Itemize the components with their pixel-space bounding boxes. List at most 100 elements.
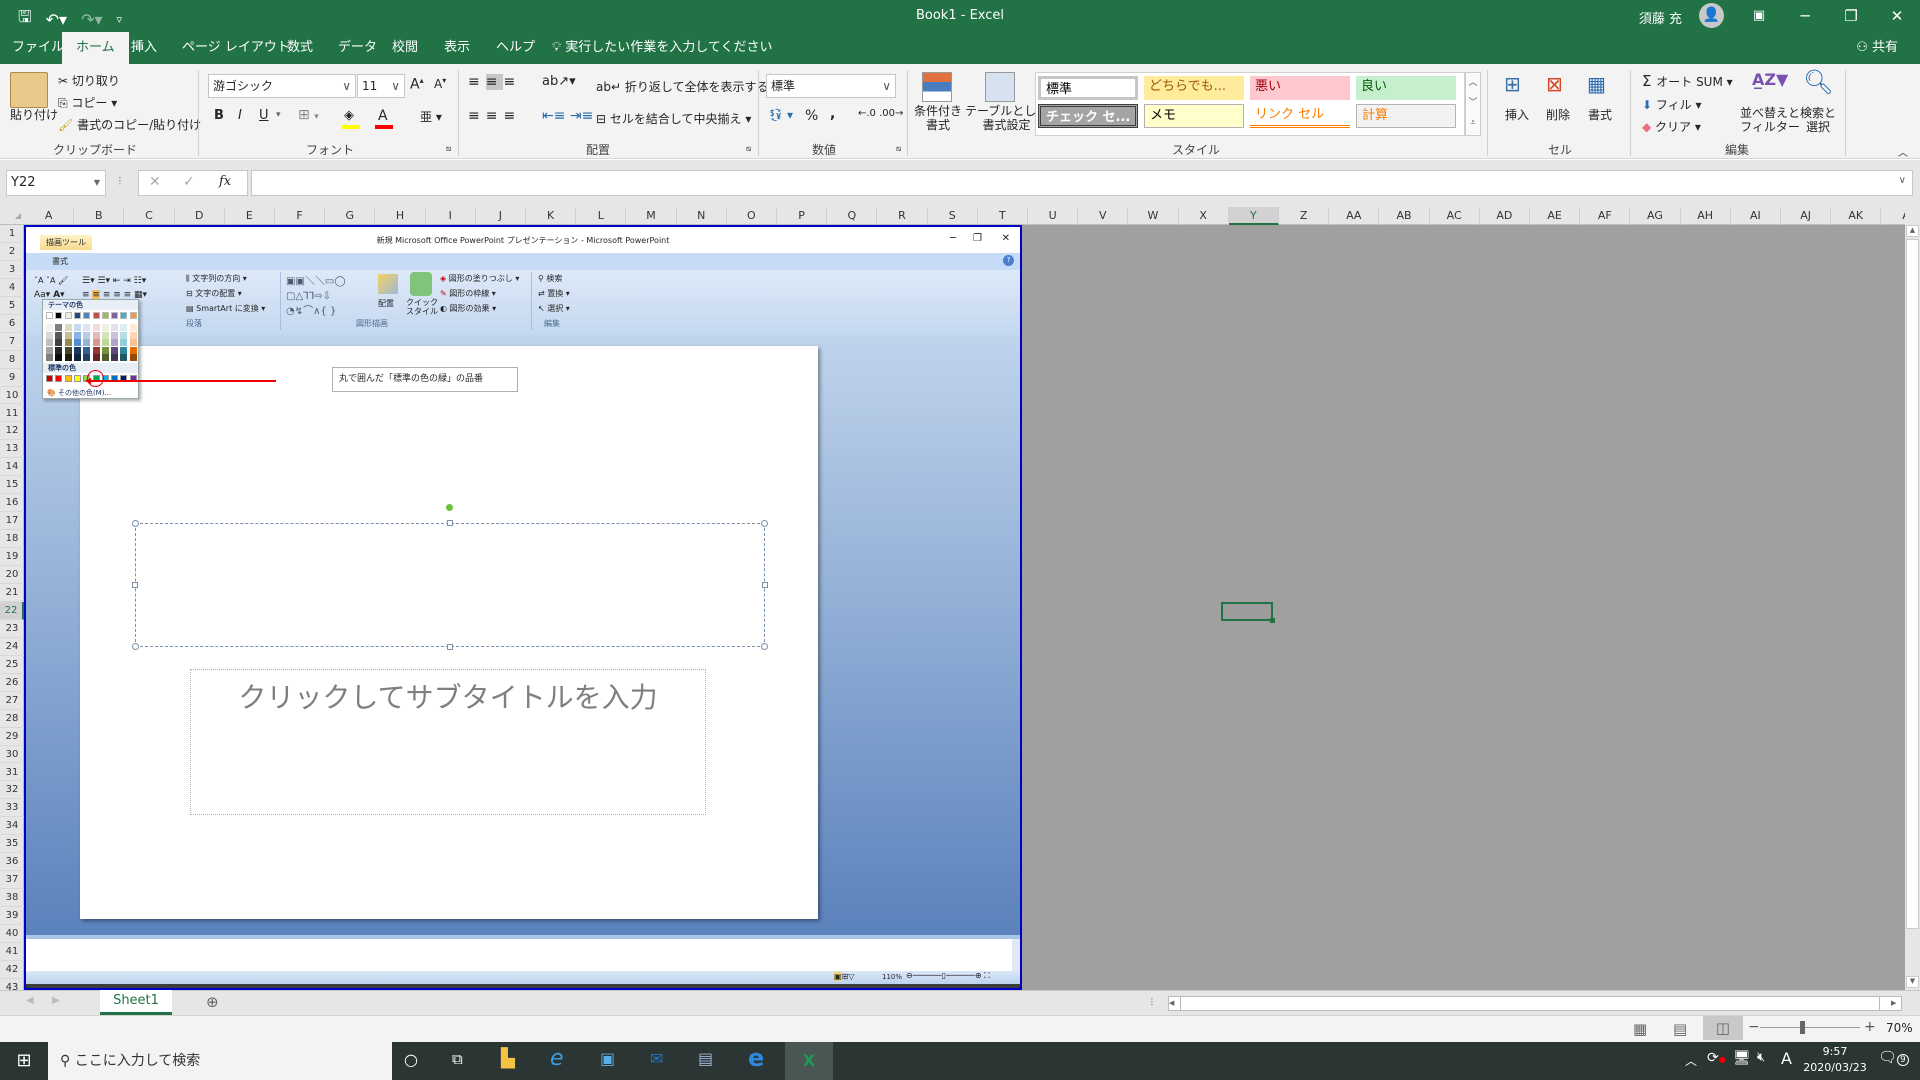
column-header-AH[interactable]: AH [1681, 207, 1731, 225]
column-header-AK[interactable]: AK [1831, 207, 1882, 225]
insert-cells-button[interactable]: 挿入 [1505, 106, 1529, 123]
zoom-out-button[interactable]: − [1748, 1019, 1760, 1035]
theme-color-swatch[interactable] [120, 312, 128, 319]
theme-shade-swatch[interactable] [83, 354, 91, 361]
excel-taskbar-icon[interactable]: X [785, 1042, 833, 1080]
theme-color-swatch[interactable] [73, 312, 81, 319]
row-header-33[interactable]: 33 [0, 799, 24, 818]
ppt-arrange-icon[interactable] [378, 274, 398, 294]
theme-shade-swatch[interactable] [83, 331, 91, 339]
column-header-P[interactable]: P [777, 207, 828, 225]
page-break-view-icon[interactable]: ◫ [1703, 1016, 1743, 1040]
column-header-B[interactable]: B [74, 207, 125, 225]
cell-style-8[interactable]: 計算 [1356, 104, 1456, 128]
ppt-select[interactable]: ↖ 選択 ▾ [538, 303, 570, 314]
format-as-table-icon[interactable] [985, 72, 1015, 102]
font-name-combo[interactable]: 游ゴシック ∨ [208, 74, 356, 98]
column-header-AG[interactable]: AG [1630, 207, 1681, 225]
theme-shade-swatch[interactable] [101, 346, 109, 354]
volume-muted-icon[interactable]: 🔇︎ [1757, 1050, 1765, 1065]
column-header-AC[interactable]: AC [1430, 207, 1480, 225]
vertical-scrollbar[interactable]: ▲ ▼ [1905, 207, 1920, 990]
fill-handle[interactable] [1270, 618, 1275, 623]
name-box[interactable]: Y22 ▼ [6, 170, 106, 196]
resize-handle[interactable] [447, 520, 453, 526]
increase-font-size-button[interactable]: A▴ [410, 76, 424, 93]
row-header-35[interactable]: 35 [0, 835, 24, 854]
delete-cells-button[interactable]: 削除 [1546, 106, 1570, 123]
conditional-formatting-button[interactable]: 条件付き 書式 [914, 104, 962, 132]
column-header-AF[interactable]: AF [1580, 207, 1631, 225]
cancel-icon[interactable]: ✕ [149, 174, 161, 190]
ppt-notes-pane[interactable] [26, 939, 1020, 971]
theme-shade-swatch[interactable] [120, 354, 128, 361]
delete-cells-icon[interactable]: ⊠ [1546, 72, 1574, 102]
minimize-button[interactable]: ─ [1782, 0, 1828, 32]
avatar-icon[interactable]: 👤 [1699, 3, 1724, 28]
indent-icons[interactable]: ⇤≡ ⇥≡ [542, 108, 593, 124]
row-header-24[interactable]: 24 [0, 638, 24, 656]
underline-dropdown-icon[interactable]: ▾ [276, 110, 281, 120]
scroll-right-icon[interactable]: ▶ [1891, 997, 1901, 1010]
row-header-22[interactable]: 22 [0, 601, 24, 620]
fill-color-button[interactable]: ◈ [342, 108, 362, 129]
theme-shade-swatch[interactable] [73, 331, 81, 339]
row-header-15[interactable]: 15 [0, 476, 24, 495]
user-name[interactable]: 須藤 充 [1639, 8, 1682, 27]
paste-icon[interactable] [10, 72, 48, 108]
standard-color-swatch[interactable] [46, 375, 53, 382]
theme-shade-swatch[interactable] [111, 354, 119, 361]
sheet-prev-icon[interactable]: ◀ [26, 995, 34, 1006]
cortana-icon[interactable]: ○ [404, 1050, 418, 1069]
edge-icon[interactable]: e [748, 1044, 764, 1072]
internet-explorer-icon[interactable]: e [550, 1046, 564, 1071]
theme-shade-swatch[interactable] [73, 324, 81, 331]
add-sheet-button[interactable]: ⊕ [206, 993, 219, 1011]
clock[interactable]: 9:57 2020/03/23 [1800, 1044, 1870, 1076]
vertical-scroll-thumb[interactable] [1906, 239, 1919, 929]
row-header-5[interactable]: 5 [0, 297, 24, 315]
cell-style-7[interactable]: リンク セル [1250, 104, 1350, 128]
row-header-20[interactable]: 20 [0, 566, 24, 584]
cell-style-3[interactable]: 悪い [1250, 76, 1350, 100]
sort-filter-icon[interactable]: A̲Z▼ [1752, 70, 1788, 89]
column-header-AA[interactable]: AA [1329, 207, 1380, 225]
theme-shade-swatch[interactable] [120, 346, 128, 354]
row-header-14[interactable]: 14 [0, 458, 24, 477]
column-header-L[interactable]: L [576, 207, 627, 225]
paste-button[interactable]: 貼り付け [10, 106, 58, 123]
resize-handle[interactable] [447, 644, 453, 650]
formula-input[interactable]: ∨ [251, 170, 1913, 196]
select-all-corner[interactable]: ◢ [0, 207, 24, 225]
theme-shade-swatch[interactable] [129, 354, 137, 361]
tab-help[interactable]: ヘルプ [484, 32, 547, 64]
ppt-arrange-button[interactable]: 配置 [378, 298, 394, 309]
row-header-39[interactable]: 39 [0, 907, 24, 926]
column-header-AJ[interactable]: AJ [1781, 207, 1832, 225]
standard-color-swatch[interactable] [55, 375, 63, 382]
row-header-41[interactable]: 41 [0, 943, 24, 961]
column-header-D[interactable]: D [175, 207, 225, 225]
theme-shade-swatch[interactable] [55, 331, 63, 339]
embedded-powerpoint-object[interactable]: 描画ツール 新規 Microsoft Office PowerPoint プレゼ… [24, 225, 1022, 990]
ppt-shapes-gallery[interactable]: ▣▣＼＼▭◯ ▢△⅂⅂⇨⇩ ◔↯⌒∧{ } [286, 274, 346, 319]
column-header-C[interactable]: C [124, 207, 175, 225]
font-color-button[interactable]: A [375, 108, 395, 130]
show-hidden-icons[interactable]: ︿ [1685, 1052, 1697, 1069]
tab-view[interactable]: 表示 [432, 32, 482, 64]
column-header-R[interactable]: R [877, 207, 928, 225]
normal-view-icon[interactable]: ▦ [1633, 1020, 1647, 1038]
column-header-U[interactable]: U [1028, 207, 1079, 225]
cell-style-6[interactable]: メモ [1144, 104, 1244, 128]
row-header-26[interactable]: 26 [0, 674, 24, 692]
fill-button[interactable]: ⬇ フィル ▾ [1642, 96, 1701, 113]
vertical-align-icons[interactable]: ≡≡≡ [468, 74, 521, 90]
row-header-29[interactable]: 29 [0, 728, 24, 746]
number-format-combo[interactable]: 標準 ∨ [766, 74, 896, 98]
theme-shade-swatch[interactable] [111, 346, 119, 354]
theme-color-swatch[interactable] [111, 312, 119, 319]
row-header-6[interactable]: 6 [0, 315, 24, 333]
increase-decimal-icon[interactable]: ←.0 .00→ [858, 108, 903, 119]
expand-formula-bar-icon[interactable]: ∨ [1899, 175, 1906, 186]
cell-style-1[interactable]: 標準 [1038, 76, 1138, 100]
